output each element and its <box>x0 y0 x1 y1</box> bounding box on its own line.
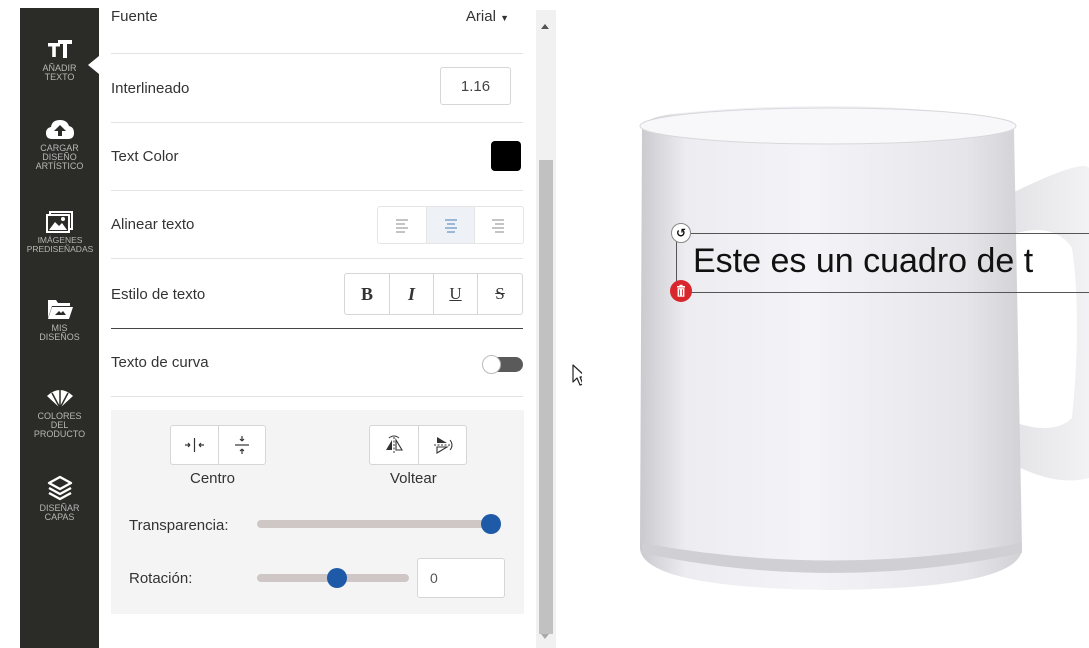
canvas-text-object[interactable]: Este es un cuadro de t <box>693 242 1033 281</box>
strikethrough-button[interactable]: S <box>477 274 522 314</box>
text-color-row: Text Color <box>111 123 523 191</box>
text-color-swatch[interactable] <box>491 141 521 171</box>
transform-box: Centro Voltear Transparencia: Rotación: … <box>111 410 524 614</box>
rotation-label: Rotación: <box>129 570 193 587</box>
center-horizontal-button[interactable] <box>171 426 218 464</box>
curve-text-toggle[interactable] <box>482 355 523 374</box>
tool-upload-artwork[interactable]: CARGAR DISEÑO ARTÍSTICO <box>20 118 99 171</box>
rotation-input[interactable] <box>417 558 505 598</box>
text-style-group: B I U S <box>344 273 523 315</box>
text-icon <box>47 40 72 58</box>
line-height-input[interactable] <box>440 67 511 105</box>
scroll-down-arrow-icon[interactable] <box>541 634 549 639</box>
cloud-upload-icon <box>45 120 74 139</box>
mug-image <box>639 106 1089 590</box>
delete-handle[interactable] <box>670 280 692 302</box>
text-color-label: Text Color <box>111 148 179 165</box>
flip-horizontal-icon <box>386 435 403 453</box>
flip-vertical-icon <box>434 437 453 454</box>
strikethrough-glyph: S <box>495 284 505 303</box>
scroll-up-arrow-icon[interactable] <box>541 24 549 29</box>
palette-icon <box>46 389 73 409</box>
align-left-icon <box>396 219 408 233</box>
italic-button[interactable]: I <box>389 274 433 314</box>
center-group <box>170 425 266 465</box>
layers-icon <box>47 475 72 501</box>
bold-button[interactable]: B <box>345 274 389 314</box>
center-vertical-icon <box>235 436 249 454</box>
curve-text-row: Texto de curva <box>111 329 523 397</box>
transparency-label: Transparencia: <box>129 517 229 534</box>
align-group <box>377 206 524 244</box>
tool-label: CAPAS <box>44 512 75 522</box>
italic-glyph: I <box>407 284 415 304</box>
align-right-icon <box>492 219 504 233</box>
text-properties-panel: Fuente Arial ▼ Interlineado Text Color A… <box>99 0 536 648</box>
line-height-row: Interlineado <box>111 54 523 123</box>
tool-clipart[interactable]: IMÁGENES PREDISEÑADAS <box>20 210 100 254</box>
toggle-knob <box>482 355 501 374</box>
align-label: Alinear texto <box>111 216 195 233</box>
align-left-button[interactable] <box>378 207 426 243</box>
tool-label: TEXTO <box>44 72 75 82</box>
bold-glyph: B <box>360 284 373 304</box>
tool-label: PRODUCTO <box>33 429 86 439</box>
trash-icon <box>677 284 685 297</box>
curve-text-label: Texto de curva <box>111 354 209 371</box>
folder-icon <box>47 300 73 319</box>
text-style-label: Estilo de texto <box>111 286 206 303</box>
text-object-selection[interactable]: Este es un cuadro de t <box>676 233 1089 293</box>
text-style-row: Estilo de texto B I U S <box>111 259 523 329</box>
flip-horizontal-button[interactable] <box>370 426 418 464</box>
tool-layers[interactable]: DISEÑAR CAPAS <box>20 474 99 522</box>
flip-label: Voltear <box>390 470 437 487</box>
rotation-slider-thumb[interactable] <box>327 568 347 588</box>
font-select[interactable]: Arial ▼ <box>466 8 509 25</box>
tool-label: ARTÍSTICO <box>35 161 84 171</box>
rotate-handle[interactable]: ↺ <box>671 223 691 243</box>
font-label: Fuente <box>111 8 158 25</box>
flip-vertical-button[interactable] <box>418 426 466 464</box>
tool-my-designs[interactable]: MIS DISEÑOS <box>20 296 99 342</box>
underline-button[interactable]: U <box>433 274 477 314</box>
underline-glyph: U <box>449 284 462 303</box>
font-row: Fuente Arial ▼ <box>111 0 523 54</box>
align-row: Alinear texto <box>111 191 524 259</box>
active-tool-indicator <box>88 56 99 74</box>
align-center-icon <box>445 219 457 233</box>
tool-label: PREDISEÑADAS <box>26 244 94 254</box>
align-center-button[interactable] <box>426 207 475 243</box>
panel-scrollbar[interactable] <box>536 10 556 648</box>
line-height-label: Interlineado <box>111 80 190 97</box>
chevron-down-icon: ▼ <box>500 13 509 23</box>
center-vertical-button[interactable] <box>218 426 265 464</box>
transparency-slider[interactable] <box>257 514 501 534</box>
center-label: Centro <box>190 470 236 487</box>
font-select-value: Arial <box>465 8 496 25</box>
tool-product-colors[interactable]: COLORES DEL PRODUCTO <box>20 386 99 439</box>
align-right-button[interactable] <box>475 207 523 243</box>
center-horizontal-icon <box>185 438 204 452</box>
design-canvas[interactable]: Este es un cuadro de t ↺ <box>582 18 1089 648</box>
image-icon <box>46 211 73 233</box>
tool-label: DISEÑOS <box>39 332 80 342</box>
toolbar: AÑADIR TEXTO CARGAR DISEÑO ARTÍSTICO IMÁ… <box>20 8 99 648</box>
rotate-icon: ↺ <box>675 226 687 240</box>
scroll-thumb[interactable] <box>539 160 553 634</box>
rotation-slider[interactable] <box>257 568 409 588</box>
transparency-slider-thumb[interactable] <box>481 514 501 534</box>
flip-group <box>369 425 467 465</box>
